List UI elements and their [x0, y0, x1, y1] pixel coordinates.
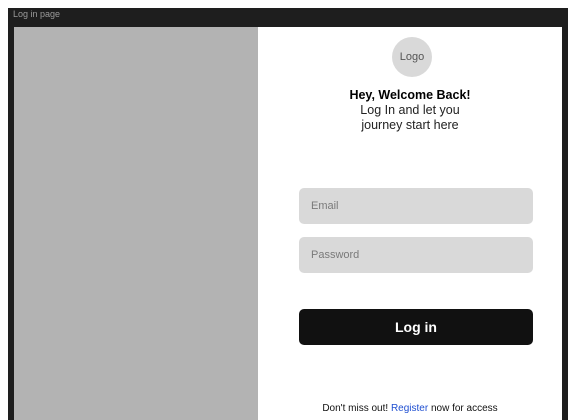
image-placeholder [14, 27, 258, 420]
logo-label: Logo [399, 51, 425, 63]
register-prompt: Don't miss out! Register now for access [258, 403, 562, 414]
register-link[interactable]: Register [391, 403, 428, 414]
welcome-subheading: Log In and let you journey start here [360, 103, 460, 132]
email-field[interactable] [299, 188, 533, 224]
register-prompt-suffix: now for access [428, 403, 498, 414]
frame-title: Log in page [13, 9, 61, 19]
logo: Logo [392, 37, 432, 77]
app-frame: Log in page Logo Hey, Welcome Back! Log … [8, 8, 568, 420]
login-button[interactable]: Log in [299, 309, 533, 345]
login-page: Logo Hey, Welcome Back! Log In and let y… [14, 27, 562, 420]
password-field[interactable] [299, 237, 533, 273]
register-prompt-prefix: Don't miss out! [322, 403, 391, 414]
login-panel: Logo Hey, Welcome Back! Log In and let y… [258, 27, 562, 420]
welcome-heading: Hey, Welcome Back! [349, 88, 471, 102]
